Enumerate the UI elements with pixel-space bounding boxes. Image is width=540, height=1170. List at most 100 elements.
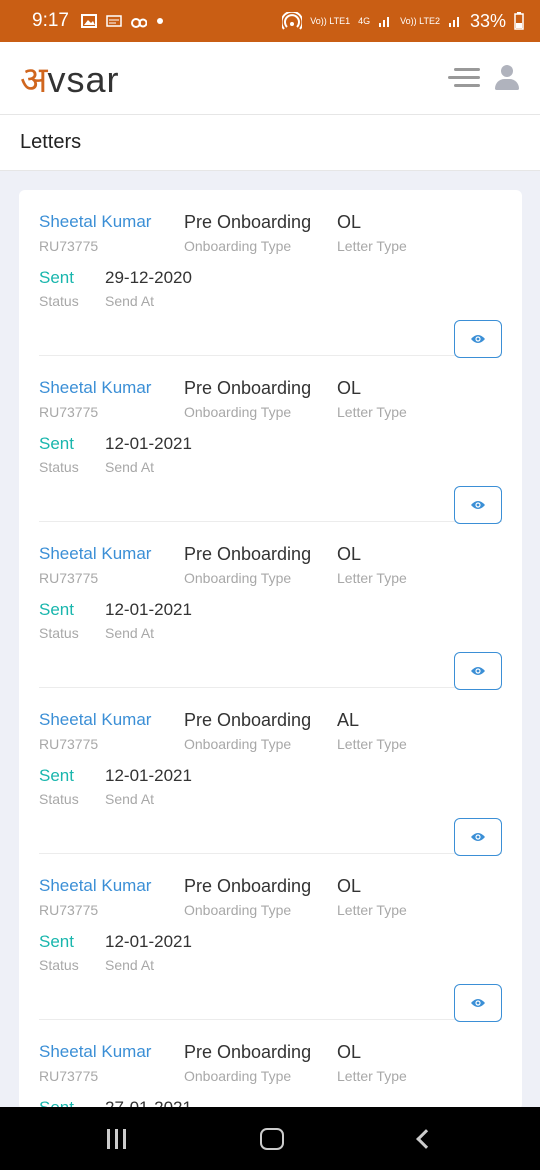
view-letter-button[interactable] xyxy=(454,818,502,856)
eye-icon xyxy=(471,833,485,841)
eye-icon xyxy=(471,335,485,343)
letter-type-value: OL xyxy=(337,876,362,896)
battery-icon xyxy=(514,12,524,30)
dot-icon xyxy=(156,18,163,24)
home-icon[interactable] xyxy=(260,1127,285,1150)
onboarding-type-value: Pre Onboarding xyxy=(184,1042,312,1062)
employee-name-link[interactable]: Sheetal Kumar xyxy=(39,710,151,730)
letter-type-label: Letter Type xyxy=(337,570,407,586)
list-item: Sheetal Kumar RU73775 Pre Onboarding Onb… xyxy=(39,688,502,856)
employee-code: RU73775 xyxy=(39,570,99,586)
notification-icons xyxy=(80,14,164,28)
app-header: अ vsar xyxy=(0,42,540,115)
page-title: Letters xyxy=(20,131,82,153)
status-label: Status xyxy=(39,957,79,973)
onboarding-type-value: Pre Onboarding xyxy=(184,544,312,564)
onboarding-type-label: Onboarding Type xyxy=(184,238,292,254)
system-icons: Vo)) LTE1 4G Vo)) LTE2 33% xyxy=(282,11,524,32)
page-header: Letters xyxy=(0,115,540,171)
status-label: Status xyxy=(39,293,79,309)
status-value: Sent xyxy=(39,932,74,951)
employee-name-link[interactable]: Sheetal Kumar xyxy=(39,212,151,232)
onboarding-type-label: Onboarding Type xyxy=(184,1068,292,1084)
employee-code: RU73775 xyxy=(39,902,99,918)
send-at-label: Send At xyxy=(105,791,155,807)
system-nav-bar xyxy=(0,1107,540,1170)
view-letter-button[interactable] xyxy=(454,984,502,1022)
eye-icon xyxy=(471,501,485,509)
send-at-value: 29-12-2020 xyxy=(105,268,192,287)
employee-name-link[interactable]: Sheetal Kumar xyxy=(39,378,151,398)
app-logo[interactable]: अ vsar xyxy=(20,54,120,103)
eye-icon xyxy=(471,667,485,675)
battery-percent: 33% xyxy=(469,10,506,31)
letters-list: Sheetal Kumar RU73775 Pre Onboarding Onb… xyxy=(19,190,522,1110)
list-item: Sheetal Kumar RU73775 Pre Onboarding Onb… xyxy=(39,522,502,690)
signal1-icon xyxy=(379,17,390,27)
onboarding-type-label: Onboarding Type xyxy=(184,404,292,420)
employee-code: RU73775 xyxy=(39,404,99,420)
employee-name-link[interactable]: Sheetal Kumar xyxy=(39,1042,151,1062)
eye-icon xyxy=(471,999,485,1007)
list-item: Sheetal Kumar RU73775 Pre Onboarding Onb… xyxy=(39,854,502,1022)
onboarding-type-value: Pre Onboarding xyxy=(184,378,312,398)
logo-text: vsar xyxy=(47,58,120,100)
send-at-value: 12-01-2021 xyxy=(105,932,192,951)
employee-code: RU73775 xyxy=(39,238,99,254)
menu-icon[interactable] xyxy=(448,66,480,90)
letter-type-label: Letter Type xyxy=(337,238,407,254)
letter-type-label: Letter Type xyxy=(337,736,407,752)
onboarding-type-value: Pre Onboarding xyxy=(184,710,312,730)
status-label: Status xyxy=(39,625,79,641)
send-at-value: 12-01-2021 xyxy=(105,434,192,453)
status-label: Status xyxy=(39,791,79,807)
status-label: Status xyxy=(39,459,79,475)
gallery-icon xyxy=(80,14,97,28)
employee-code: RU73775 xyxy=(39,1068,99,1084)
status-value: Sent xyxy=(39,268,74,287)
status-time: 9:17 xyxy=(32,10,69,31)
status-bar: 9:17 Vo)) LTE1 4G Vo)) LTE2 33% xyxy=(0,0,540,42)
news-app-icon xyxy=(106,15,122,27)
onboarding-type-label: Onboarding Type xyxy=(184,736,292,752)
list-item: Sheetal Kumar RU73775 Pre Onboarding Onb… xyxy=(39,1020,502,1110)
sim1-network: 4G xyxy=(358,15,371,26)
onboarding-type-value: Pre Onboarding xyxy=(184,876,312,896)
send-at-label: Send At xyxy=(105,957,155,973)
bb-app-icon xyxy=(130,18,147,28)
list-item: Sheetal Kumar RU73775 Pre Onboarding Onb… xyxy=(39,356,502,524)
view-letter-button[interactable] xyxy=(454,486,502,524)
letter-type-label: Letter Type xyxy=(337,1068,407,1084)
send-at-label: Send At xyxy=(105,293,155,309)
recents-icon[interactable] xyxy=(107,1128,127,1149)
onboarding-type-value: Pre Onboarding xyxy=(184,212,312,232)
onboarding-type-label: Onboarding Type xyxy=(184,902,292,918)
letter-type-value: OL xyxy=(337,1042,362,1062)
letter-type-value: AL xyxy=(337,710,360,730)
letter-type-value: OL xyxy=(337,544,362,564)
send-at-value: 12-01-2021 xyxy=(105,766,192,785)
send-at-value: 12-01-2021 xyxy=(105,600,192,619)
employee-code: RU73775 xyxy=(39,736,99,752)
status-value: Sent xyxy=(39,600,74,619)
onboarding-type-label: Onboarding Type xyxy=(184,570,292,586)
send-at-label: Send At xyxy=(105,459,155,475)
letter-type-label: Letter Type xyxy=(337,902,407,918)
status-value: Sent xyxy=(39,434,74,453)
hotspot-icon xyxy=(282,12,303,30)
sim1-label: Vo)) LTE1 xyxy=(310,15,351,26)
employee-name-link[interactable]: Sheetal Kumar xyxy=(39,544,151,564)
letter-type-value: OL xyxy=(337,212,362,232)
sim2-label: Vo)) LTE2 xyxy=(400,15,440,26)
logo-glyph: अ xyxy=(20,59,48,101)
letter-type-value: OL xyxy=(337,378,362,398)
list-item: Sheetal Kumar RU73775 Pre Onboarding Onb… xyxy=(39,190,502,358)
back-icon[interactable] xyxy=(415,1128,436,1149)
view-letter-button[interactable] xyxy=(454,652,502,690)
user-icon[interactable] xyxy=(494,65,520,91)
signal2-icon xyxy=(448,17,459,27)
employee-name-link[interactable]: Sheetal Kumar xyxy=(39,876,151,896)
status-value: Sent xyxy=(39,766,74,785)
view-letter-button[interactable] xyxy=(454,320,502,358)
letter-type-label: Letter Type xyxy=(337,404,407,420)
